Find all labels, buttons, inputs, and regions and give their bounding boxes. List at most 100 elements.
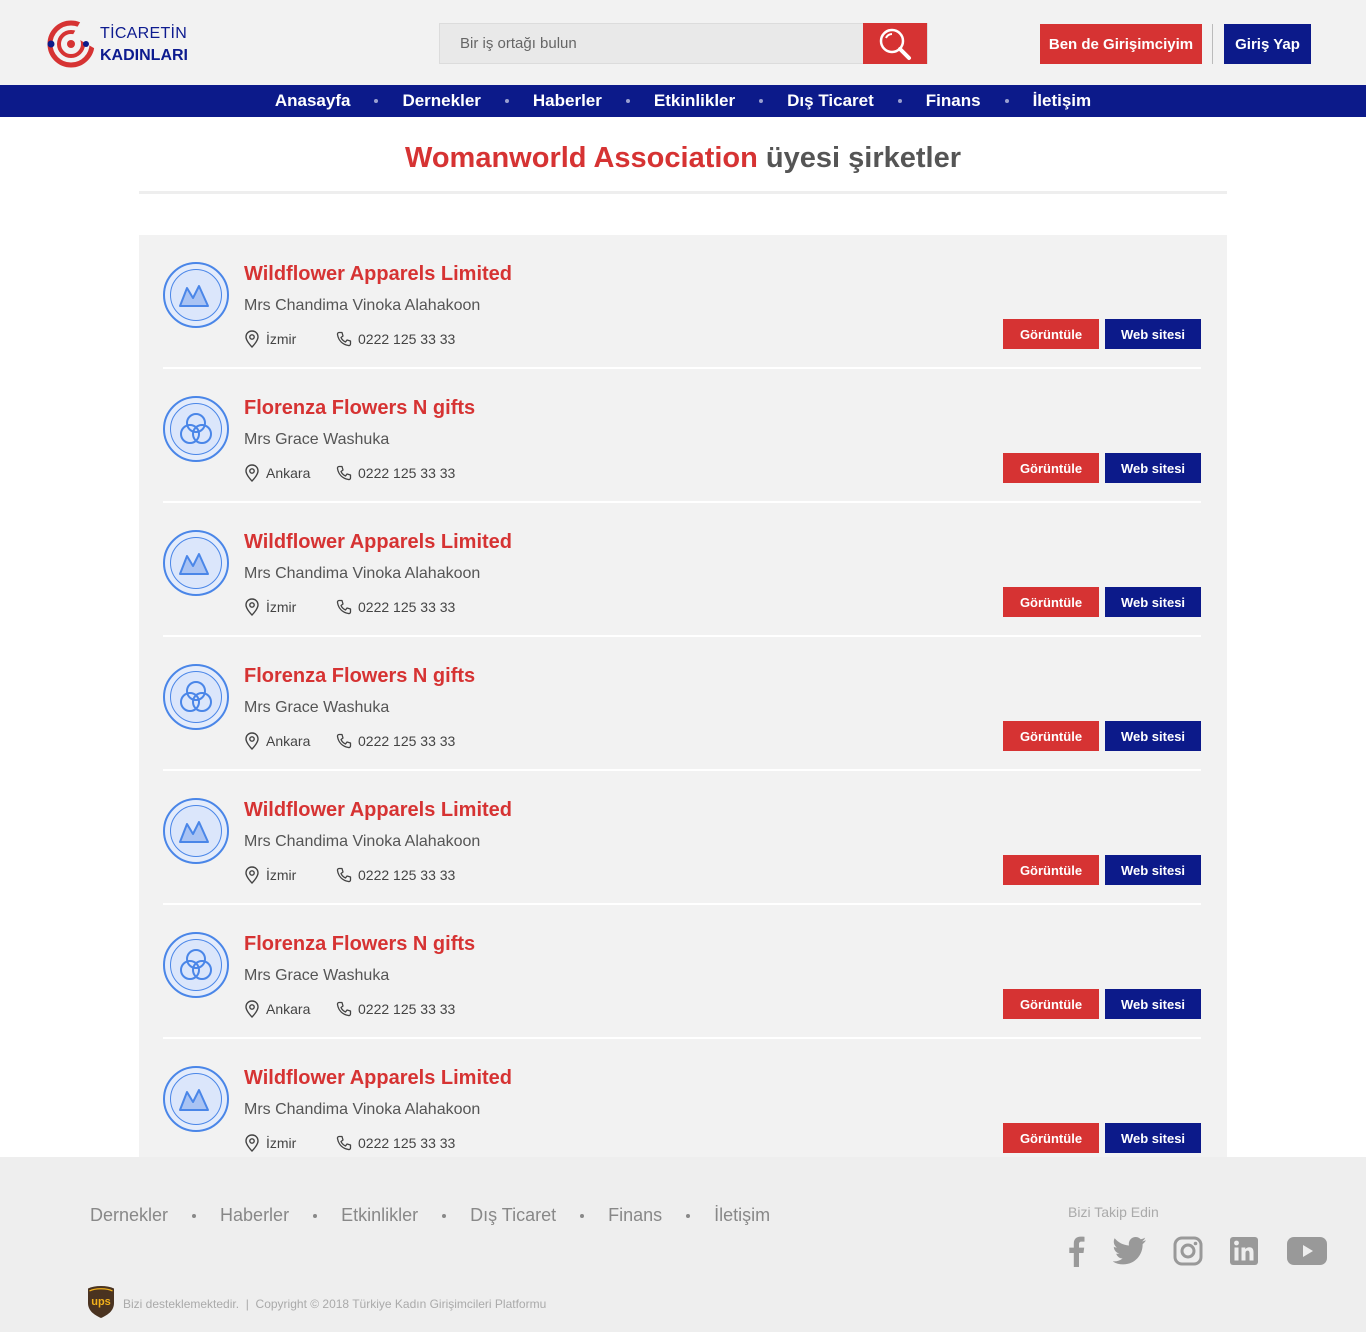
view-button[interactable]: Görüntüle (1003, 1123, 1099, 1153)
company-name[interactable]: Florenza Flowers N gifts (244, 397, 475, 420)
title-divider (139, 191, 1227, 194)
company-phone[interactable]: 0222 125 33 33 (358, 1001, 455, 1017)
footer-link-finance[interactable]: Finans (608, 1205, 662, 1226)
website-button[interactable]: Web sitesi (1105, 855, 1201, 885)
company-name[interactable]: Wildflower Apparels Limited (244, 1067, 512, 1090)
linkedin-icon[interactable] (1228, 1236, 1260, 1266)
site-logo[interactable]: TİCARETİN KADINLARI (46, 19, 206, 69)
company-meta: Ankara 0222 125 33 33 (244, 1000, 455, 1018)
circles-icon (180, 681, 212, 712)
mountain-icon (179, 285, 209, 307)
company-city: İzmir (266, 331, 297, 347)
association-name: Womanworld Association (404, 142, 758, 174)
website-button[interactable]: Web sitesi (1105, 1123, 1201, 1153)
company-name[interactable]: Florenza Flowers N gifts (244, 665, 475, 688)
company-phone[interactable]: 0222 125 33 33 (358, 465, 455, 481)
copyright-text: Bizi desteklemektedir. | Copyright © 201… (123, 1297, 546, 1311)
company-meta: İzmir 0222 125 33 33 (244, 330, 455, 348)
footer-link-news[interactable]: Haberler (220, 1205, 289, 1226)
company-city: İzmir (266, 1135, 297, 1151)
company-phone[interactable]: 0222 125 33 33 (358, 331, 455, 347)
mountain-icon (179, 1089, 209, 1111)
list-item: Wildflower Apparels Limited Mrs Chandima… (163, 1039, 1201, 1157)
ups-logo[interactable]: ups (87, 1285, 115, 1324)
copyright-separator: | (242, 1297, 253, 1311)
search-bar (439, 23, 928, 64)
main-nav: Anasayfa Dernekler Haberler Etkinlikler … (0, 85, 1366, 117)
nav-item-contact[interactable]: İletişim (1033, 91, 1092, 111)
nav-separator (504, 99, 509, 103)
list-item: Florenza Flowers N gifts Mrs Grace Washu… (163, 905, 1201, 1039)
company-contact: Mrs Grace Washuka (244, 967, 390, 984)
company-name[interactable]: Wildflower Apparels Limited (244, 799, 512, 822)
facebook-icon[interactable] (1064, 1235, 1088, 1267)
company-avatar (163, 396, 229, 462)
entrepreneur-signup-button[interactable]: Ben de Girişimciyim (1040, 24, 1202, 64)
footer-link-associations[interactable]: Dernekler (90, 1205, 168, 1226)
footer-separator (686, 1213, 691, 1218)
nav-item-home[interactable]: Anasayfa (275, 91, 351, 111)
footer-separator (442, 1213, 447, 1218)
instagram-icon[interactable] (1172, 1236, 1204, 1266)
company-meta: İzmir 0222 125 33 33 (244, 598, 455, 616)
website-button[interactable]: Web sitesi (1105, 587, 1201, 617)
circles-icon (180, 413, 212, 444)
footer-nav: Dernekler Haberler Etkinlikler Dış Ticar… (90, 1205, 770, 1226)
website-button[interactable]: Web sitesi (1105, 319, 1201, 349)
twitter-icon[interactable] (1112, 1237, 1148, 1265)
company-city: Ankara (266, 465, 311, 481)
company-phone[interactable]: 0222 125 33 33 (358, 599, 455, 615)
mountain-icon (179, 821, 209, 843)
site-footer: Dernekler Haberler Etkinlikler Dış Ticar… (0, 1157, 1366, 1332)
company-name[interactable]: Wildflower Apparels Limited (244, 263, 512, 286)
view-button[interactable]: Görüntüle (1003, 989, 1099, 1019)
phone-icon (336, 733, 352, 749)
list-item: Wildflower Apparels Limited Mrs Chandima… (163, 771, 1201, 905)
company-name[interactable]: Florenza Flowers N gifts (244, 933, 475, 956)
company-meta: Ankara 0222 125 33 33 (244, 732, 455, 750)
company-contact: Mrs Chandima Vinoka Alahakoon (244, 1101, 481, 1118)
search-input[interactable] (440, 24, 865, 63)
company-city: Ankara (266, 733, 311, 749)
website-button[interactable]: Web sitesi (1105, 721, 1201, 751)
footer-link-contact[interactable]: İletişim (714, 1205, 770, 1226)
footer-separator (313, 1213, 318, 1218)
phone-icon (336, 867, 352, 883)
location-pin-icon (245, 732, 259, 750)
location-pin-icon (245, 330, 259, 348)
website-button[interactable]: Web sitesi (1105, 989, 1201, 1019)
company-phone[interactable]: 0222 125 33 33 (358, 1135, 455, 1151)
website-button[interactable]: Web sitesi (1105, 453, 1201, 483)
nav-separator (374, 99, 379, 103)
company-meta: İzmir 0222 125 33 33 (244, 866, 455, 884)
nav-separator (897, 99, 902, 103)
footer-link-foreign-trade[interactable]: Dış Ticaret (470, 1205, 556, 1226)
login-button[interactable]: Giriş Yap (1224, 24, 1311, 64)
nav-item-foreign-trade[interactable]: Dış Ticaret (787, 91, 874, 111)
view-button[interactable]: Görüntüle (1003, 855, 1099, 885)
view-button[interactable]: Görüntüle (1003, 319, 1099, 349)
company-avatar (163, 530, 229, 596)
location-pin-icon (245, 1000, 259, 1018)
view-button[interactable]: Görüntüle (1003, 721, 1099, 751)
nav-item-associations[interactable]: Dernekler (402, 91, 480, 111)
company-phone[interactable]: 0222 125 33 33 (358, 733, 455, 749)
company-name[interactable]: Wildflower Apparels Limited (244, 531, 512, 554)
copyright-notice: Copyright © 2018 Türkiye Kadın Girişimci… (255, 1297, 547, 1311)
company-meta: Ankara 0222 125 33 33 (244, 464, 455, 482)
mountain-icon (179, 553, 209, 575)
nav-item-events[interactable]: Etkinlikler (654, 91, 735, 111)
nav-separator (759, 99, 764, 103)
svg-text:ups: ups (91, 1296, 111, 1308)
nav-item-news[interactable]: Haberler (533, 91, 602, 111)
company-phone[interactable]: 0222 125 33 33 (358, 867, 455, 883)
view-button[interactable]: Görüntüle (1003, 453, 1099, 483)
footer-link-events[interactable]: Etkinlikler (341, 1205, 418, 1226)
view-button[interactable]: Görüntüle (1003, 587, 1099, 617)
search-button[interactable] (863, 23, 927, 64)
location-pin-icon (245, 866, 259, 884)
youtube-icon[interactable] (1286, 1237, 1328, 1265)
company-city: İzmir (266, 867, 297, 883)
nav-item-finance[interactable]: Finans (926, 91, 981, 111)
list-item: Florenza Flowers N gifts Mrs Grace Washu… (163, 369, 1201, 503)
